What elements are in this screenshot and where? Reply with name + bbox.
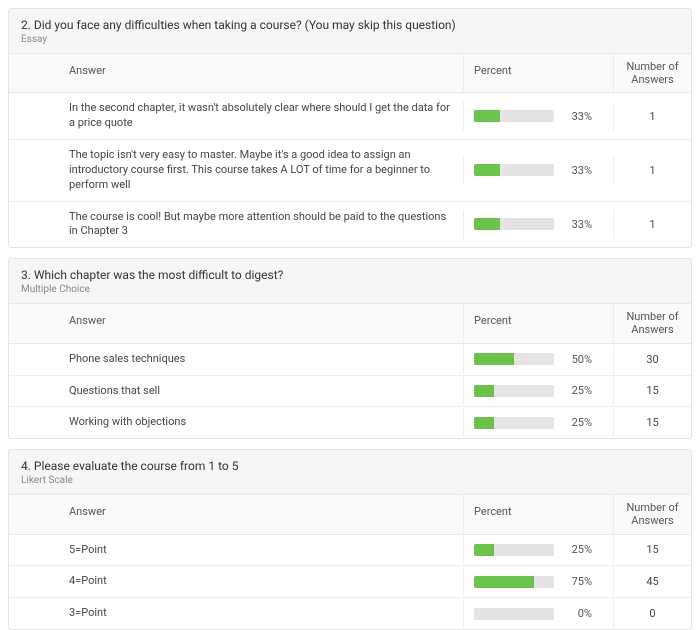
answer-cell: Phone sales techniques — [9, 344, 463, 375]
answer-cell: 3=Point — [9, 598, 463, 629]
answer-cell: Questions that sell — [9, 376, 463, 407]
percent-label: 25% — [562, 416, 592, 429]
bar-fill — [474, 417, 494, 429]
table-header: AnswerPercentNumber of Answers — [9, 304, 691, 343]
table-row: Working with objections 25% 15 — [9, 407, 691, 438]
table-row: The course is cool! But maybe more atten… — [9, 202, 691, 248]
question-title: 4. Please evaluate the course from 1 to … — [21, 459, 679, 473]
bar-fill — [474, 385, 494, 397]
column-header-percent: Percent — [463, 495, 613, 533]
question-header: 3. Which chapter was the most difficult … — [9, 259, 691, 304]
answer-cell: Working with objections — [9, 407, 463, 438]
count-cell: 1 — [613, 156, 691, 185]
percent-label: 33% — [562, 110, 592, 123]
bar-track — [474, 608, 554, 620]
percent-label: 33% — [562, 218, 592, 231]
question-card: 2. Did you face any difficulties when ta… — [8, 8, 692, 248]
bar-fill — [474, 353, 514, 365]
bar-track — [474, 353, 554, 365]
count-cell: 1 — [613, 102, 691, 131]
table-row: Phone sales techniques 50% 30 — [9, 344, 691, 376]
percent-cell: 25% — [463, 535, 613, 564]
column-header-percent: Percent — [463, 54, 613, 92]
percent-label: 33% — [562, 164, 592, 177]
question-title: 2. Did you face any difficulties when ta… — [21, 18, 679, 32]
bar-track — [474, 385, 554, 397]
question-header: 4. Please evaluate the course from 1 to … — [9, 450, 691, 495]
question-header: 2. Did you face any difficulties when ta… — [9, 9, 691, 54]
bar-track — [474, 544, 554, 556]
percent-cell: 0% — [463, 599, 613, 628]
table-row: 4=Point75%45 — [9, 566, 691, 598]
percent-label: 25% — [562, 384, 592, 397]
percent-cell: 33% — [463, 102, 613, 131]
column-header-answer: Answer — [9, 495, 463, 533]
table-header: AnswerPercentNumber of Answers — [9, 495, 691, 534]
question-title: 3. Which chapter was the most difficult … — [21, 268, 679, 282]
bar-fill — [474, 544, 494, 556]
count-cell: 15 — [613, 376, 691, 405]
table-row: Questions that sell 25% 15 — [9, 376, 691, 408]
bar-track — [474, 164, 554, 176]
question-type: Essay — [21, 34, 679, 45]
percent-label: 0% — [562, 607, 592, 620]
count-cell: 15 — [613, 535, 691, 564]
percent-label: 50% — [562, 353, 592, 366]
table-header: AnswerPercentNumber of Answers — [9, 54, 691, 93]
column-header-number: Number of Answers — [613, 54, 691, 92]
column-header-number: Number of Answers — [613, 304, 691, 342]
table-row: 3=Point 0% 0 — [9, 598, 691, 629]
percent-cell: 25% — [463, 408, 613, 437]
count-cell: 15 — [613, 408, 691, 437]
percent-cell: 50% — [463, 345, 613, 374]
question-type: Multiple Choice — [21, 284, 679, 295]
answer-cell: The course is cool! But maybe more atten… — [9, 202, 463, 248]
bar-fill — [474, 218, 500, 230]
bar-track — [474, 417, 554, 429]
bar-track — [474, 110, 554, 122]
count-cell: 30 — [613, 345, 691, 374]
question-card: 4. Please evaluate the course from 1 to … — [8, 449, 692, 630]
bar-fill — [474, 110, 500, 122]
bar-track — [474, 218, 554, 230]
percent-cell: 33% — [463, 156, 613, 185]
count-cell: 1 — [613, 210, 691, 239]
answer-cell: 5=Point — [9, 535, 463, 566]
table-row: In the second chapter, it wasn't absolut… — [9, 93, 691, 140]
column-header-number: Number of Answers — [613, 495, 691, 533]
table-row: 5=Point 25% 15 — [9, 535, 691, 567]
percent-cell: 33% — [463, 210, 613, 239]
column-header-answer: Answer — [9, 54, 463, 92]
question-type: Likert Scale — [21, 475, 679, 486]
percent-cell: 25% — [463, 376, 613, 405]
answer-cell: The topic isn't very easy to master. May… — [9, 140, 463, 201]
answer-cell: In the second chapter, it wasn't absolut… — [9, 93, 463, 139]
bar-fill — [474, 164, 500, 176]
percent-label: 25% — [562, 543, 592, 556]
column-header-percent: Percent — [463, 304, 613, 342]
count-cell: 0 — [613, 599, 691, 628]
table-row: The topic isn't very easy to master. May… — [9, 140, 691, 202]
question-card: 3. Which chapter was the most difficult … — [8, 258, 692, 439]
column-header-answer: Answer — [9, 304, 463, 342]
